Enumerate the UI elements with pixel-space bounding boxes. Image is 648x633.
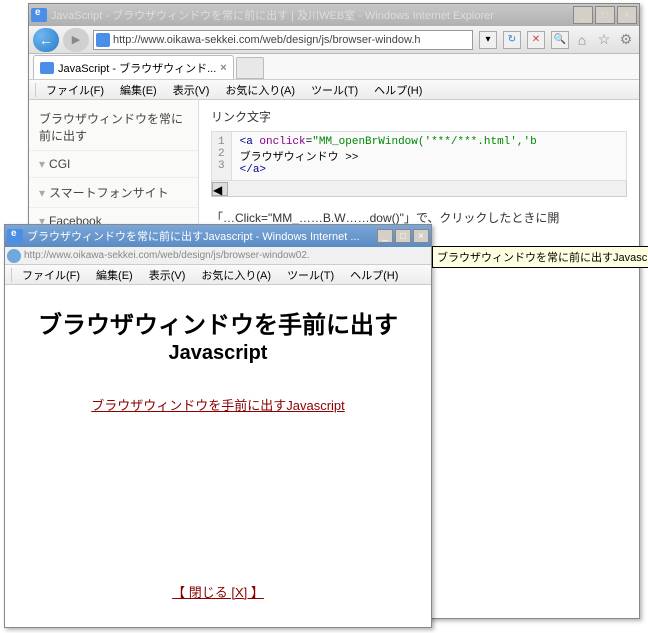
globe-icon (7, 249, 21, 263)
horizontal-scrollbar[interactable]: ◀ (211, 181, 627, 197)
search-button[interactable]: 🔍 (551, 31, 569, 49)
popup-maximize-button[interactable]: □ (395, 229, 411, 243)
chevron-icon: ▾ (39, 186, 45, 200)
popup-content: ブラウザウィンドウを手前に出す Javascript ブラウザウィンドウを手前に… (5, 285, 431, 611)
menu-favorites[interactable]: お気に入り(A) (217, 80, 303, 100)
popup-close-link[interactable]: 【 閉じる [X] 】 (172, 585, 264, 600)
address-bar[interactable]: http://www.oikawa-sekkei.com/web/design/… (93, 30, 473, 50)
popup-close-button[interactable]: × (413, 229, 429, 243)
tab-active[interactable]: JavaScript - ブラウザウィンド... × (33, 55, 234, 79)
favorites-icon[interactable]: ☆ (595, 31, 613, 49)
minimize-button[interactable]: _ (573, 6, 593, 24)
home-icon[interactable]: ⌂ (573, 31, 591, 49)
maximize-button[interactable]: □ (595, 6, 615, 24)
popup-heading-2: Javascript (15, 342, 421, 365)
sidebar-item-2[interactable]: ▾スマートフォンサイト (29, 178, 198, 208)
code-block: 123 <a onclick="MM_openBrWindow('***/***… (211, 131, 627, 181)
popup-titlebar[interactable]: ブラウザウィンドウを常に前に出すJavascript - Windows Int… (5, 225, 431, 247)
new-tab-button[interactable] (236, 57, 264, 79)
popup-browser-window: ブラウザウィンドウを常に前に出すJavascript - Windows Int… (4, 224, 432, 628)
refresh-button[interactable]: ↻ (503, 31, 521, 49)
stop-button[interactable]: ✕ (527, 31, 545, 49)
tools-icon[interactable]: ⚙ (617, 31, 635, 49)
close-button[interactable]: × (617, 6, 637, 24)
popup-menu-bar: ファイル(F) 編集(E) 表示(V) お気に入り(A) ツール(T) ヘルプ(… (5, 265, 431, 285)
popup-menu-file[interactable]: ファイル(F) (14, 265, 88, 285)
forward-button[interactable]: ▶ (63, 28, 89, 52)
popup-menu-help[interactable]: ヘルプ(H) (342, 265, 406, 285)
main-titlebar[interactable]: JavaScript - ブラウザウィンドウを常に前に出す | 及川WEB室 -… (29, 4, 639, 26)
menu-view[interactable]: 表示(V) (165, 80, 218, 100)
popup-window-title: ブラウザウィンドウを常に前に出すJavascript - Windows Int… (27, 228, 377, 244)
chevron-icon: ▾ (39, 157, 45, 171)
popup-link[interactable]: ブラウザウィンドウを手前に出すJavascript (91, 398, 345, 413)
menu-file[interactable]: ファイル(F) (38, 80, 112, 100)
ie-icon (31, 8, 47, 22)
sidebar-item-1[interactable]: ▾CGI (29, 151, 198, 178)
popup-address-bar[interactable]: http://www.oikawa-sekkei.com/web/design/… (5, 247, 431, 265)
url-text: http://www.oikawa-sekkei.com/web/design/… (113, 34, 470, 46)
popup-menu-view[interactable]: 表示(V) (141, 265, 194, 285)
window-title: JavaScript - ブラウザウィンドウを常に前に出す | 及川WEB室 -… (51, 7, 573, 23)
page-icon (96, 33, 110, 47)
code-content: <a onclick="MM_openBrWindow('***/***.htm… (232, 132, 626, 180)
popup-menu-favorites[interactable]: お気に入り(A) (193, 265, 279, 285)
tab-bar: JavaScript - ブラウザウィンド... × (29, 54, 639, 80)
tab-icon (40, 62, 54, 74)
sidebar-item-0[interactable]: ブラウザウィンドウを常に前に出す (29, 104, 198, 151)
nav-toolbar: ← ▶ http://www.oikawa-sekkei.com/web/des… (29, 26, 639, 54)
menu-edit[interactable]: 編集(E) (112, 80, 165, 100)
ie-icon (7, 229, 23, 243)
scroll-left-button[interactable]: ◀ (212, 182, 228, 196)
section-label: リンク文字 (211, 108, 627, 125)
popup-menu-edit[interactable]: 編集(E) (88, 265, 141, 285)
url-dropdown-button[interactable]: ▾ (479, 31, 497, 49)
popup-close-link-container: 【 閉じる [X] 】 (5, 582, 431, 601)
back-button[interactable]: ← (33, 28, 59, 52)
menu-help[interactable]: ヘルプ(H) (366, 80, 430, 100)
popup-url: http://www.oikawa-sekkei.com/web/design/… (24, 250, 310, 261)
popup-minimize-button[interactable]: _ (377, 229, 393, 243)
popup-menu-tools[interactable]: ツール(T) (279, 265, 342, 285)
popup-heading-1: ブラウザウィンドウを手前に出す (15, 305, 421, 340)
tab-label: JavaScript - ブラウザウィンド... (58, 60, 216, 76)
tooltip: ブラウザウィンドウを常に前に出すJavascript - Windows I (432, 246, 648, 268)
menu-bar: ファイル(F) 編集(E) 表示(V) お気に入り(A) ツール(T) ヘルプ(… (29, 80, 639, 100)
menu-tools[interactable]: ツール(T) (303, 80, 366, 100)
tab-close-icon[interactable]: × (220, 62, 226, 74)
line-numbers: 123 (212, 132, 232, 180)
